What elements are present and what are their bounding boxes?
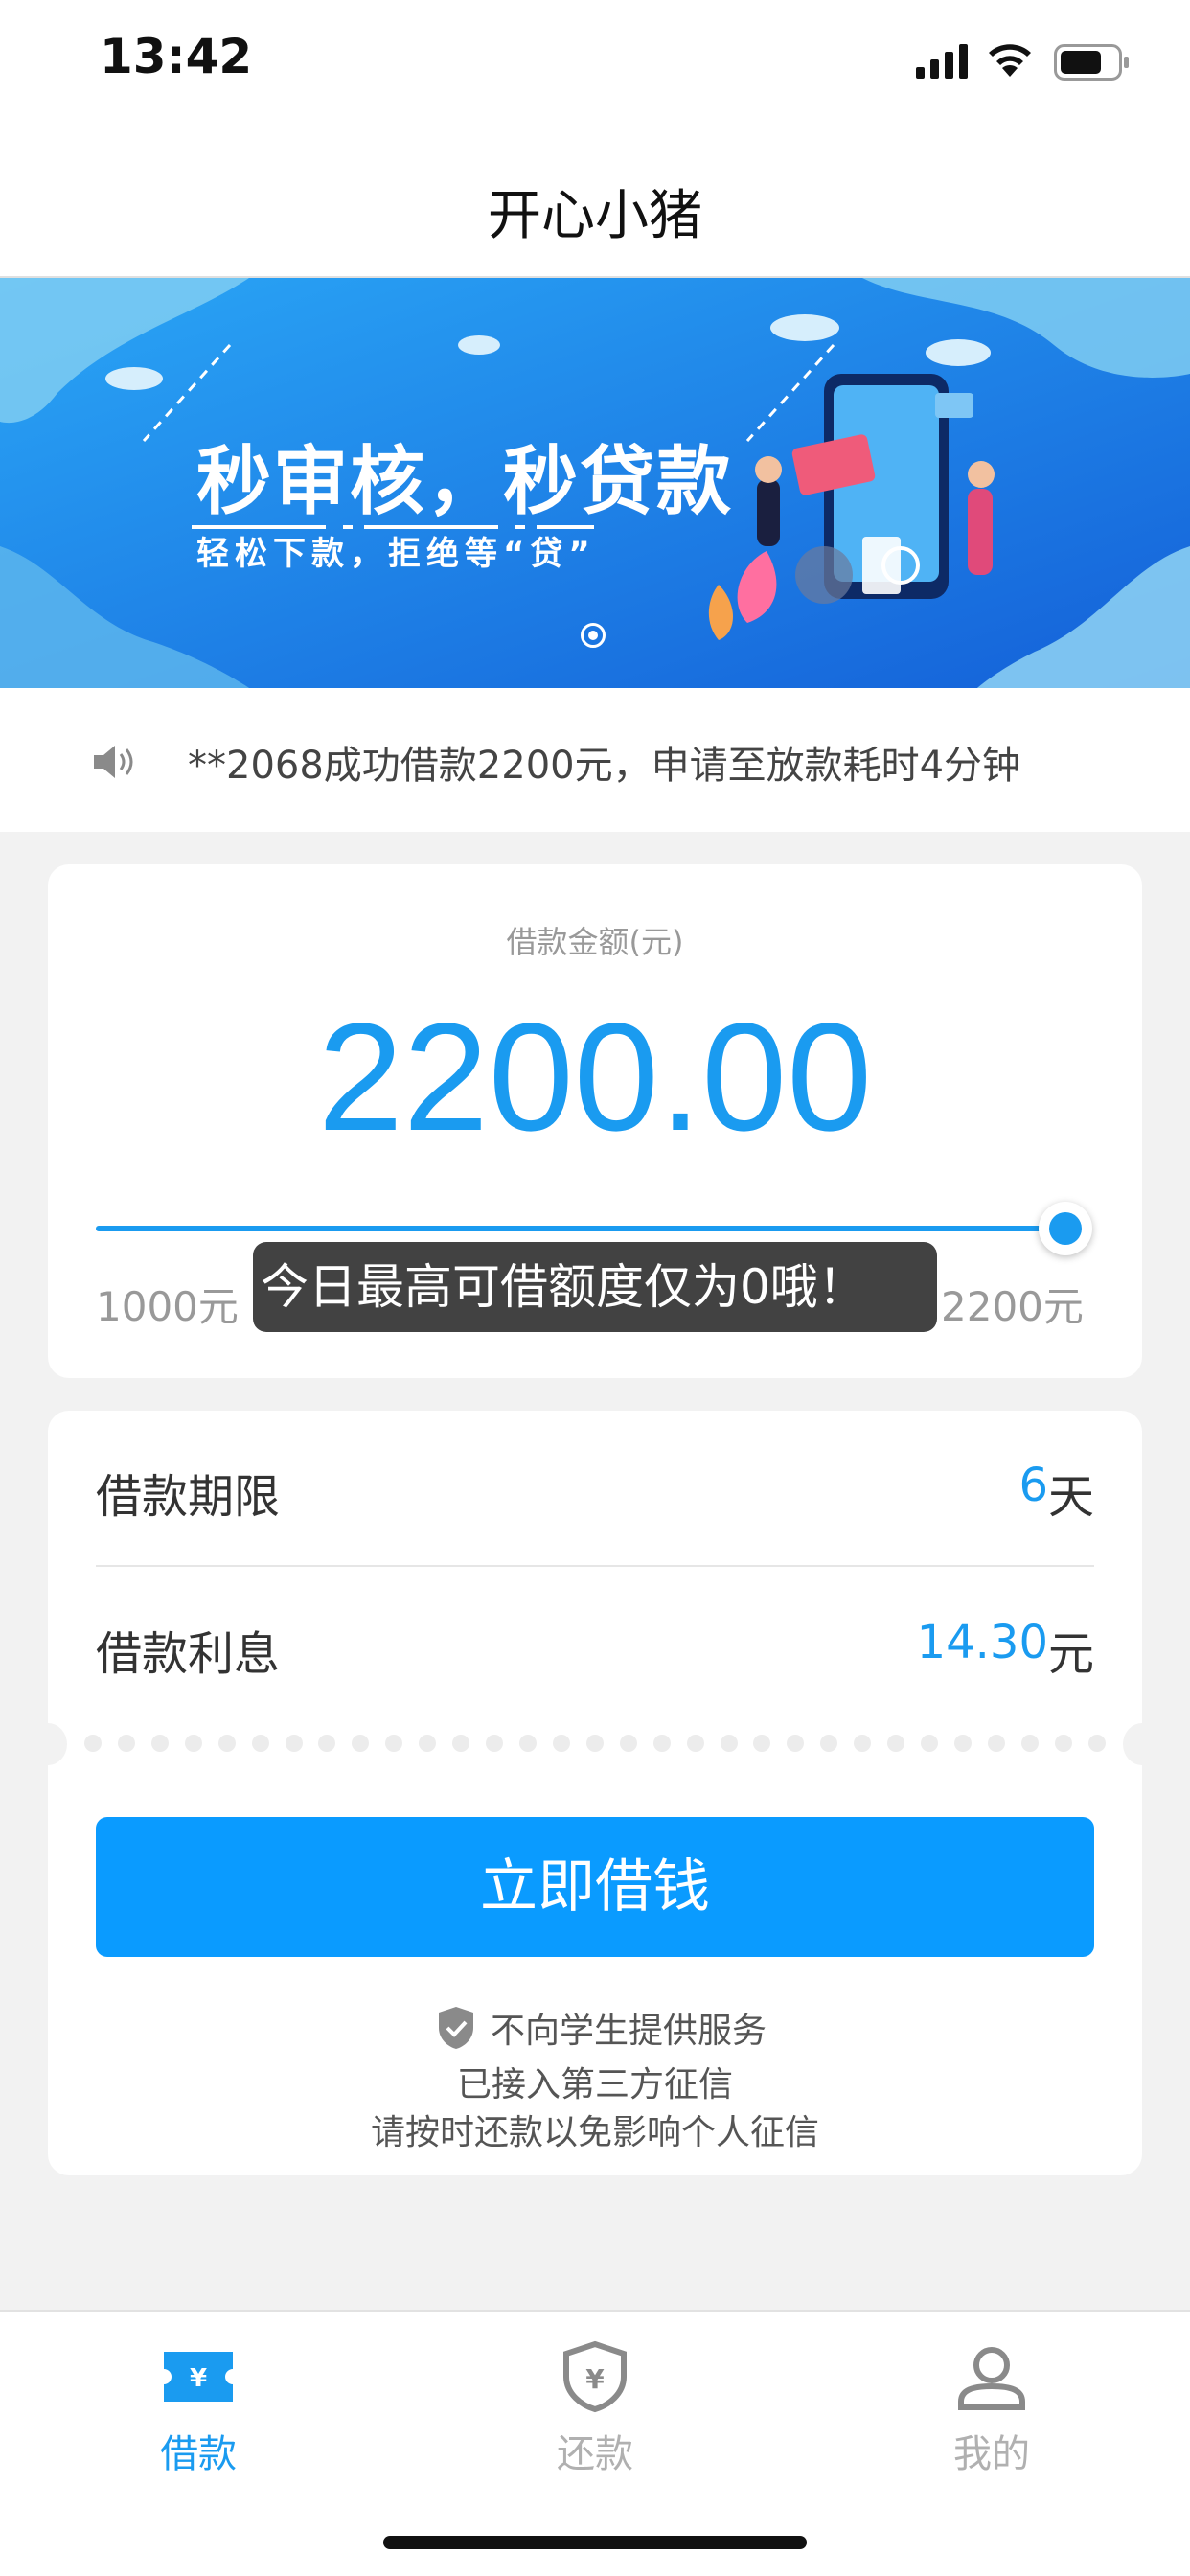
- perforation-dot: [652, 1735, 671, 1752]
- perforation-dot: [352, 1735, 370, 1752]
- term-unit: 天: [1048, 1470, 1095, 1524]
- perforation-dot: [953, 1735, 972, 1752]
- perforation-dot: [686, 1735, 704, 1752]
- term-value[interactable]: 6: [1018, 1459, 1048, 1512]
- svg-text:¥: ¥: [190, 2364, 207, 2393]
- perforation-dot: [1020, 1735, 1039, 1752]
- perforation-dot: [753, 1735, 771, 1752]
- perforation-dot: [486, 1735, 504, 1752]
- notice-text: **2068成功借款2200元，申请至放款耗时4分钟: [188, 744, 1021, 788]
- tab-repay-label: 还款: [557, 2432, 633, 2476]
- card-notch-left: [29, 1723, 67, 1765]
- shield-yen-icon: ¥: [563, 2340, 627, 2413]
- shield-check-icon: [439, 2007, 473, 2049]
- tab-mine[interactable]: 我的: [793, 2338, 1190, 2478]
- toast-message: 今日最高可借额度仅为0哦！: [253, 1242, 937, 1332]
- perforation-dot: [452, 1735, 470, 1752]
- signal-icon: [916, 44, 968, 79]
- interest-value: 14.30: [916, 1616, 1048, 1669]
- amount-value: 2200.00: [317, 991, 873, 1162]
- perforation-dot: [820, 1735, 838, 1752]
- perforation-dot: [318, 1735, 336, 1752]
- disclaimer-credit-reporting: 已接入第三方征信: [456, 2065, 733, 2104]
- amount-slider-track[interactable]: [96, 1226, 1064, 1231]
- perforation-dot: [854, 1735, 872, 1752]
- perforation-dot: [987, 1735, 1005, 1752]
- amount-label: 借款金额(元): [506, 924, 684, 960]
- tab-repay[interactable]: ¥ 还款: [397, 2338, 793, 2478]
- amount-slider-fill: [96, 1226, 1064, 1231]
- perforation-dot: [518, 1735, 537, 1752]
- perforation-dot: [117, 1735, 135, 1752]
- slider-min-label: 1000元: [96, 1283, 239, 1330]
- page-title: 开心小猪: [488, 185, 702, 247]
- tab-mine-label: 我的: [953, 2432, 1030, 2476]
- perforation-dot: [385, 1735, 403, 1752]
- tab-borrow-label: 借款: [160, 2432, 237, 2476]
- perforation-dot: [787, 1735, 805, 1752]
- speaker-icon: [94, 746, 133, 778]
- home-indicator[interactable]: [383, 2536, 807, 2549]
- perforation-dot: [1087, 1735, 1106, 1752]
- interest-unit: 元: [1048, 1627, 1095, 1681]
- divider: [96, 1565, 1094, 1567]
- battery-icon: [1054, 44, 1129, 80]
- perforation-dot: [217, 1735, 236, 1752]
- perforation-dot: [84, 1735, 102, 1752]
- perforation-dot: [921, 1735, 939, 1752]
- perforation-dot: [150, 1735, 169, 1752]
- perforation-divider: [84, 1735, 1106, 1754]
- perforation-dot: [251, 1735, 269, 1752]
- perforation-dot: [552, 1735, 570, 1752]
- card-notch-right: [1123, 1723, 1161, 1765]
- banner-subline: 轻松下款，拒绝等“贷”: [196, 535, 596, 573]
- perforation-dot: [184, 1735, 202, 1752]
- perforation-dot: [887, 1735, 905, 1752]
- perforation-dot: [619, 1735, 637, 1752]
- disclaimer-repay-on-time: 请按时还款以免影响个人征信: [370, 2113, 819, 2152]
- status-time: 13:42: [100, 29, 253, 84]
- banner-page-indicator[interactable]: [581, 623, 606, 648]
- perforation-dot: [720, 1735, 738, 1752]
- person-icon: [958, 2347, 1025, 2410]
- tab-borrow[interactable]: ¥ 借款: [0, 2338, 397, 2478]
- perforation-dot: [1054, 1735, 1072, 1752]
- amount-slider-thumb[interactable]: [1039, 1202, 1092, 1255]
- interest-label: 借款利息: [96, 1627, 281, 1681]
- perforation-dot: [285, 1735, 303, 1752]
- borrow-now-button[interactable]: 立即借钱: [96, 1817, 1094, 1957]
- ticket-yen-icon: ¥: [164, 2352, 233, 2402]
- banner-headline: 秒审核，秒贷款: [196, 439, 734, 525]
- svg-text:¥: ¥: [585, 2363, 605, 2395]
- wifi-icon: [989, 44, 1031, 77]
- perforation-dot: [585, 1735, 604, 1752]
- perforation-dot: [419, 1735, 437, 1752]
- term-label: 借款期限: [96, 1470, 281, 1524]
- slider-max-label: 2200元: [941, 1283, 1084, 1330]
- disclaimer-no-students: 不向学生提供服务: [491, 2012, 767, 2051]
